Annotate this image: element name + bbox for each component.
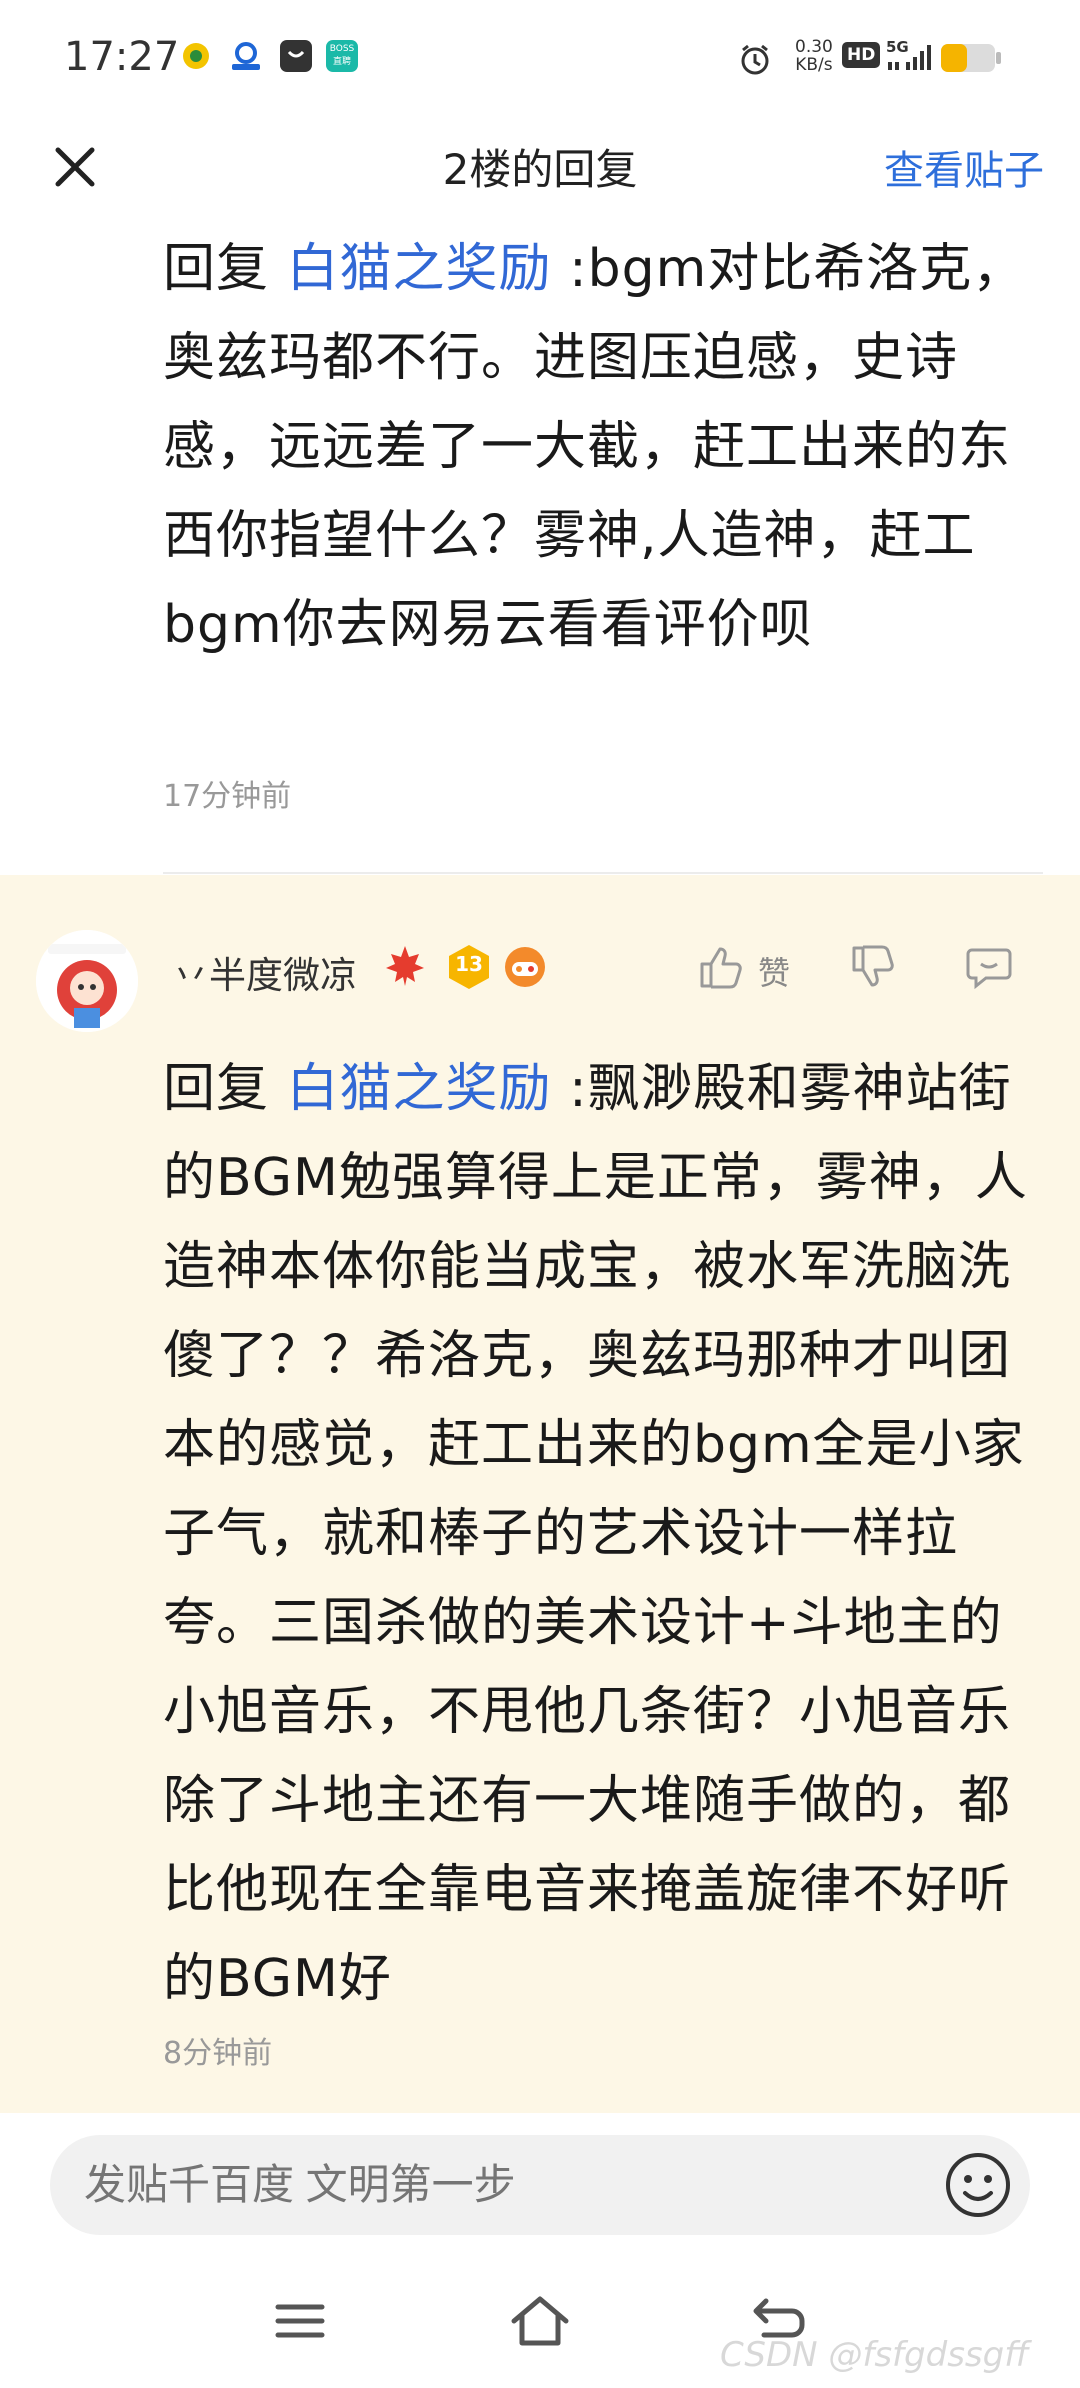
level-badge-number: 13 [455, 952, 483, 976]
mention-link[interactable]: 白猫之奖励 [287, 1059, 552, 1119]
app-notification-icon-3 [280, 40, 312, 72]
app-notification-icon-2 [228, 40, 260, 72]
dislike-icon[interactable] [846, 940, 900, 998]
top-nav-bar: 2楼的回复 查看贴子 [0, 118, 1080, 212]
reply-body: :bgm对比希洛克，奥兹玛都不行。进图压迫感，史诗感，远远差了一大截，赶工出来的… [163, 239, 1026, 655]
network-speed-unit: KB/s [795, 55, 833, 75]
game-controller-icon [500, 942, 550, 996]
comment-bar: CSDN @fsfgdssgff [0, 2113, 1080, 2388]
mention-link[interactable]: 白猫之奖励 [287, 239, 552, 299]
maple-leaf-icon [382, 942, 428, 992]
boss-icon-label-bottom: 直聘 [332, 57, 351, 67]
level-badge: 13 [444, 942, 494, 996]
username[interactable]: 丷半度微凉 [172, 945, 357, 999]
reply-content-2: 回复 白猫之奖励 :飘渺殿和雾神站街的BGM勉强算得上是正常，雾神，人造神本体你… [163, 1045, 1043, 2024]
hd-icon: HD [842, 42, 881, 68]
app-notification-icon-1 [180, 40, 212, 72]
reply-time-1: 17分钟前 [163, 779, 292, 814]
reply-prefix: 回复 [163, 1059, 287, 1119]
like-icon[interactable] [694, 940, 748, 998]
alarm-icon [738, 42, 772, 80]
home-icon[interactable] [508, 2291, 572, 2355]
boss-icon-label-top: BOSS [329, 44, 355, 54]
boss-app-icon: BOSS 直聘 [326, 40, 358, 72]
watermark: CSDN @fsfgdssgff [720, 2335, 1029, 2375]
battery-icon [940, 42, 1002, 78]
status-time: 17:27 [64, 34, 180, 80]
status-bar: 17:27 BOSS 直聘 0.30 KB/s HD 5G [0, 0, 1080, 118]
emoji-icon[interactable] [942, 2149, 1014, 2225]
view-post-link[interactable]: 查看贴子 [884, 138, 1044, 196]
network-speed-value: 0.30 [795, 37, 833, 57]
reply-prefix: 回复 [163, 239, 287, 299]
comment-input[interactable] [50, 2135, 1030, 2235]
reply-time-2: 8分钟前 [163, 2036, 273, 2071]
avatar[interactable] [36, 930, 138, 1032]
reply-body: :飘渺殿和雾神站街的BGM勉强算得上是正常，雾神，人造神本体你能当成宝，被水军洗… [163, 1059, 1028, 2009]
network-type: 5G [886, 38, 909, 56]
like-label[interactable]: 赞 [758, 948, 790, 994]
signal-icon: 5G [886, 38, 932, 78]
divider [163, 872, 1043, 874]
menu-icon[interactable] [270, 2291, 330, 2355]
network-speed: 0.30 KB/s [795, 38, 833, 74]
reply-icon[interactable] [962, 940, 1016, 998]
reply-content-1: 回复 白猫之奖励 :bgm对比希洛克，奥兹玛都不行。进图压迫感，史诗感，远远差了… [163, 225, 1043, 670]
